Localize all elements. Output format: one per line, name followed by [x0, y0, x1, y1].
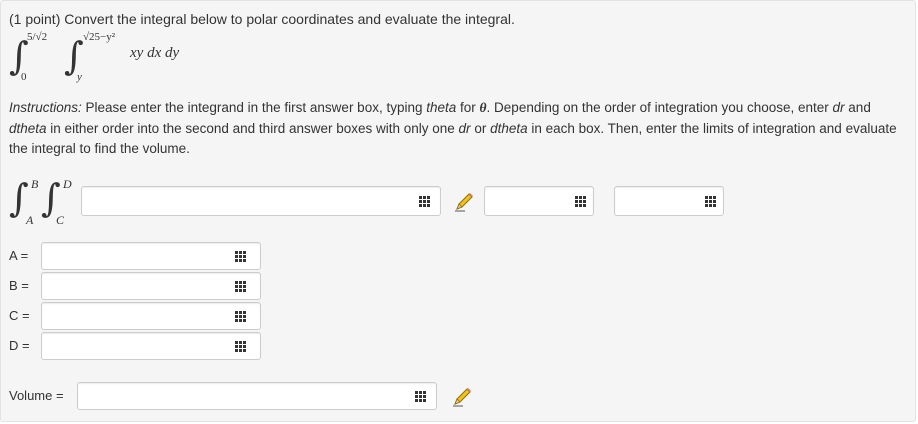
outer-upper-limit: 5/√2 — [27, 31, 48, 43]
limit-d-label: D = — [9, 338, 30, 353]
outer-integral-sign: ∫ — [9, 34, 29, 78]
instructions: Instructions: Please enter the integrand… — [9, 100, 897, 156]
matrix-icon[interactable] — [705, 196, 716, 207]
limit-a-label: A = — [9, 248, 29, 263]
problem-statement: (1 point) Convert the integral below to … — [9, 11, 515, 27]
limit-d-input[interactable] — [41, 332, 261, 360]
inner-upper-limit: √25−y² — [83, 31, 116, 43]
pencil-icon[interactable] — [453, 191, 475, 213]
integrand-expression: xy dx dy — [130, 45, 180, 61]
inner-lower-limit: y — [77, 71, 82, 83]
matrix-icon[interactable] — [235, 251, 246, 262]
limit-a-input[interactable] — [41, 242, 261, 270]
answer-lower-a: A — [26, 213, 34, 227]
matrix-icon[interactable] — [575, 196, 586, 207]
pencil-icon[interactable] — [451, 386, 473, 408]
outer-lower-limit: 0 — [21, 71, 27, 83]
problem-panel: (1 point) Convert the integral below to … — [0, 0, 916, 422]
volume-label: Volume = — [9, 388, 64, 403]
answer-lower-c: C — [56, 213, 65, 227]
answer-integral: ∫ B A ∫ D C — [9, 173, 79, 229]
volume-input[interactable] — [77, 382, 437, 410]
problem-text: Convert the integral below to polar coor… — [64, 11, 515, 27]
matrix-icon[interactable] — [415, 391, 426, 402]
answer-upper-b: B — [31, 177, 39, 191]
given-integral: ∫ 5/√2 0 ∫ √25−y² y xy dx dy — [9, 31, 209, 89]
limit-c-label: C = — [9, 308, 30, 323]
limit-b-label: B = — [9, 278, 29, 293]
answer-upper-d: D — [63, 177, 72, 191]
answer-outer-integral-sign: ∫ — [9, 176, 29, 220]
problem-points: (1 point) — [9, 11, 61, 27]
matrix-icon[interactable] — [235, 311, 246, 322]
integrand-input[interactable] — [81, 186, 441, 216]
matrix-icon[interactable] — [235, 341, 246, 352]
limit-b-input[interactable] — [41, 272, 261, 300]
answer-inner-integral-sign: ∫ — [41, 176, 61, 220]
instructions-heading: Instructions: — [9, 100, 82, 115]
matrix-icon[interactable] — [419, 196, 430, 207]
inner-integral-sign: ∫ — [64, 34, 84, 78]
limit-c-input[interactable] — [41, 302, 261, 330]
matrix-icon[interactable] — [235, 281, 246, 292]
